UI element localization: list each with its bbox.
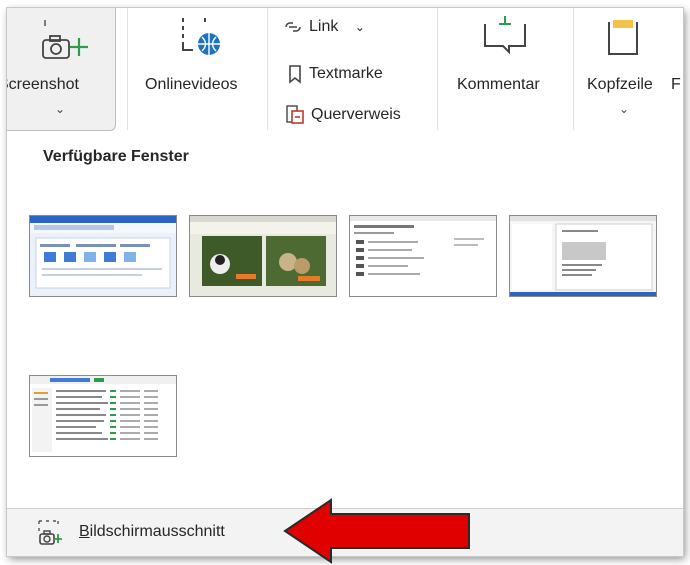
querverweis-button[interactable]: Querverweis bbox=[285, 104, 401, 126]
window-preview-3 bbox=[350, 216, 496, 296]
insert-screenshot-dropdown: Screenshot ⌄ Onlinevideos Link ⌄ Textmar… bbox=[7, 8, 683, 556]
window-preview-1 bbox=[30, 216, 176, 296]
textmarke-button[interactable]: Textmarke bbox=[287, 64, 383, 84]
screen-clipping-label: Bildschirmausschnitt bbox=[79, 523, 225, 541]
kopfzeile-button[interactable]: Kopfzeile ⌄ bbox=[581, 8, 667, 130]
window-thumbnail-2[interactable] bbox=[189, 215, 337, 297]
kopfzeile-chevron-icon: ⌄ bbox=[619, 102, 630, 116]
window-thumbnail-3[interactable] bbox=[349, 215, 497, 297]
next-button-cut-label: F bbox=[671, 76, 681, 93]
ribbon-insert-group: Screenshot ⌄ Onlinevideos Link ⌄ Textmar… bbox=[7, 8, 683, 131]
red-arrow-annotation bbox=[283, 498, 470, 564]
link-chevron-icon: ⌄ bbox=[354, 20, 365, 34]
screenshot-icon bbox=[42, 20, 88, 59]
window-thumbnail-5[interactable] bbox=[29, 375, 177, 457]
available-windows-title: Verfügbare Fenster bbox=[43, 148, 189, 165]
kopfzeile-label: Kopfzeile bbox=[587, 76, 653, 93]
link-label: Link bbox=[309, 18, 339, 35]
textmarke-label: Textmarke bbox=[309, 65, 383, 83]
comment-icon bbox=[484, 16, 526, 55]
screen-clipping-label-rest: ildschirmausschnitt bbox=[89, 523, 225, 540]
screenshot-button[interactable]: Screenshot ⌄ bbox=[7, 8, 116, 131]
cross-reference-icon bbox=[286, 105, 304, 124]
link-icon bbox=[285, 21, 301, 32]
online-video-icon bbox=[182, 18, 220, 55]
onlinevideos-label: Onlinevideos bbox=[145, 76, 238, 93]
screen-clipping-icon bbox=[38, 520, 62, 545]
window-preview-4 bbox=[510, 216, 656, 296]
window-thumbnail-4[interactable] bbox=[509, 215, 657, 297]
onlinevideos-button[interactable]: Onlinevideos bbox=[135, 8, 259, 130]
screenshot-label: Screenshot bbox=[7, 76, 79, 93]
link-button[interactable]: Link ⌄ bbox=[283, 18, 365, 36]
chevron-down-icon: ⌄ bbox=[55, 102, 66, 116]
bookmark-icon bbox=[289, 65, 301, 84]
window-preview-2 bbox=[190, 216, 336, 296]
header-icon bbox=[608, 20, 638, 55]
window-thumbnail-1[interactable] bbox=[29, 215, 177, 297]
kommentar-label: Kommentar bbox=[457, 76, 540, 93]
window-preview-5 bbox=[30, 376, 176, 456]
querverweis-label: Querverweis bbox=[311, 106, 401, 124]
kommentar-button[interactable]: Kommentar bbox=[445, 8, 565, 130]
screen-clipping-accesskey: B bbox=[79, 523, 90, 540]
